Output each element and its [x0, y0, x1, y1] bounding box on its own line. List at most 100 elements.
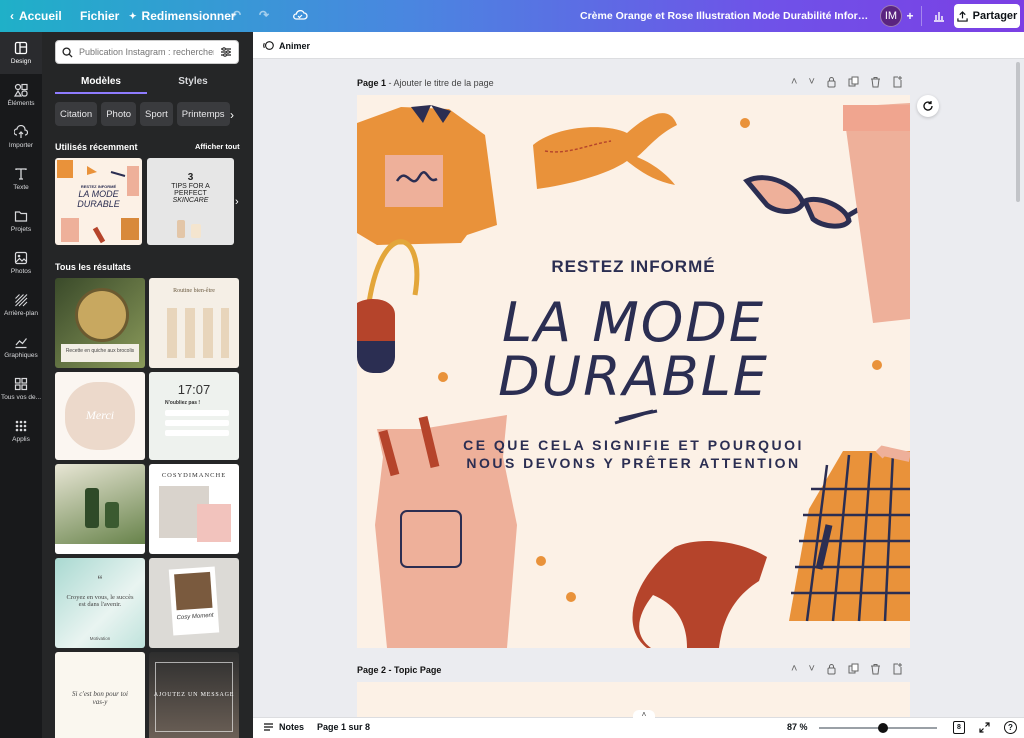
chip-quote[interactable]: Citation: [55, 102, 98, 126]
rail-item-apps[interactable]: Applis: [0, 410, 42, 452]
add-page-icon[interactable]: [892, 76, 903, 88]
notes-label: Notes: [279, 722, 305, 732]
magic-switch-button[interactable]: [917, 95, 939, 117]
page-2-header[interactable]: Page 2 - Topic Page: [357, 665, 441, 675]
undo-button[interactable]: ↶: [231, 8, 241, 22]
file-menu[interactable]: Fichier: [80, 9, 119, 23]
cloud-check-icon: [293, 9, 308, 20]
search-box[interactable]: [55, 40, 239, 64]
result-template-4[interactable]: 17:07 N'oubliez pas !: [149, 372, 239, 460]
duplicate-icon[interactable]: [848, 76, 859, 88]
chevron-up-icon[interactable]: ˄: [633, 710, 655, 719]
vertical-scrollbar[interactable]: [1016, 62, 1020, 202]
trash-icon[interactable]: [870, 76, 881, 88]
search-input[interactable]: [79, 47, 214, 57]
rail-item-upload[interactable]: Importer: [0, 116, 42, 158]
result-template-10[interactable]: AJOUTEZ UN MESSAGE: [149, 652, 239, 738]
document-title[interactable]: Crème Orange et Rose Illustration Mode D…: [580, 10, 872, 22]
design-subtitle-line-1[interactable]: CE QUE CELA SIGNIFIE ET POURQUOI: [357, 437, 910, 453]
notes-button[interactable]: Notes: [263, 722, 304, 732]
home-button[interactable]: ‹ Accueil: [10, 9, 62, 23]
templates-panel: Modèles Styles Citation Photo Sport Prin…: [42, 32, 253, 738]
page-indicator[interactable]: Page 1 sur 8: [317, 722, 370, 732]
quote-icon: “: [97, 572, 103, 588]
chevron-left-icon: ‹: [10, 9, 14, 23]
rail-item-projects[interactable]: Projets: [0, 200, 42, 242]
chevron-down-icon[interactable]: ˅: [808, 76, 814, 88]
rail-item-label: Photos: [10, 268, 32, 275]
save-status-button[interactable]: [292, 8, 308, 22]
chevron-right-icon[interactable]: ›: [235, 196, 239, 208]
squiggle-divider: [614, 409, 658, 425]
rail-item-charts[interactable]: Graphiques: [0, 326, 42, 368]
help-button[interactable]: ?: [1004, 721, 1017, 734]
product-bottle: [105, 502, 119, 528]
add-page-icon[interactable]: [892, 663, 903, 675]
redo-icon: ↷: [259, 8, 270, 22]
tab-templates[interactable]: Modèles: [55, 74, 147, 94]
rail-item-text[interactable]: Texte: [0, 158, 42, 200]
chevron-down-icon[interactable]: ˅: [808, 663, 814, 675]
result-template-6[interactable]: COSYDIMANCHE: [149, 464, 239, 554]
template-text: Croyez en vous, le succès est dans l'ave…: [66, 594, 134, 608]
design-title-line-2[interactable]: DURABLE: [357, 345, 910, 408]
quiche-image: [75, 288, 129, 342]
zoom-level[interactable]: 87 %: [787, 722, 808, 732]
result-template-5[interactable]: [55, 464, 145, 554]
result-template-9[interactable]: Si c'est bon pour toi vas-y: [55, 652, 145, 738]
lock-icon[interactable]: [826, 663, 837, 675]
panel-tabs: Modèles Styles: [55, 74, 239, 94]
result-template-2[interactable]: Routine bien-être: [149, 278, 239, 368]
insights-button[interactable]: [928, 5, 950, 27]
result-template-3[interactable]: Merci: [55, 372, 145, 460]
chevron-right-icon[interactable]: ›: [230, 108, 234, 122]
icon-grid: [159, 308, 229, 358]
template-text: PERFECT: [174, 190, 207, 197]
fullscreen-icon[interactable]: [979, 722, 990, 733]
zoom-slider-handle[interactable]: [877, 723, 888, 733]
chip-spring[interactable]: Printemps: [176, 102, 230, 126]
chip-photo[interactable]: Photo: [101, 102, 137, 126]
rail-item-all-designs[interactable]: Tous vos de...: [0, 368, 42, 410]
rail-item-design[interactable]: Design: [0, 32, 42, 74]
recent-template-2[interactable]: 3 TIPS FOR A PERFECT SKINCARE: [147, 158, 234, 245]
animate-button[interactable]: Animer: [263, 40, 310, 51]
page-2-label: Page 2 - Topic Page: [357, 665, 442, 675]
design-icon: [14, 41, 28, 55]
redo-button[interactable]: ↷: [259, 8, 269, 22]
lock-icon[interactable]: [826, 76, 837, 88]
avatar[interactable]: IM: [880, 5, 902, 27]
filter-icon[interactable]: [220, 46, 232, 58]
page-1-header[interactable]: Page 1 - Ajouter le titre de la page: [357, 78, 494, 88]
tab-styles[interactable]: Styles: [147, 74, 239, 94]
page-title-hint[interactable]: - Ajouter le titre de la page: [386, 78, 494, 88]
result-template-7[interactable]: “ Croyez en vous, le succès est dans l'a…: [55, 558, 145, 648]
template-text: Routine bien-être: [173, 288, 215, 294]
result-template-8[interactable]: Cosy Moment: [149, 558, 239, 648]
template-text: N'oubliez pas !: [165, 400, 201, 406]
chevron-up-icon[interactable]: ˄: [791, 663, 797, 675]
add-collaborator-button[interactable]: +: [903, 5, 917, 27]
result-template-1[interactable]: Recette en quiche aux brocolis: [55, 278, 145, 368]
template-text: Recette en quiche aux brocolis: [61, 344, 139, 362]
upload-icon: [14, 125, 28, 138]
design-page-1[interactable]: RESTEZ INFORMÉ LA MODE DURABLE CE QUE CE…: [357, 95, 910, 648]
plaid-jacket-illustration: [789, 445, 910, 622]
rail-item-photos[interactable]: Photos: [0, 242, 42, 284]
chip-sport[interactable]: Sport: [140, 102, 173, 126]
see-all-link[interactable]: Afficher tout: [195, 142, 240, 151]
design-kicker[interactable]: RESTEZ INFORMÉ: [357, 257, 910, 277]
recent-template-1[interactable]: RESTEZ INFORMÉ LA MODE DURABLE: [55, 158, 142, 245]
page-count-button[interactable]: 8: [953, 721, 965, 734]
design-subtitle-line-2[interactable]: NOUS DEVONS Y PRÊTER ATTENTION: [357, 455, 910, 471]
crown-icon: ✦: [129, 10, 137, 21]
rail-item-background[interactable]: Arrière-plan: [0, 284, 42, 326]
chevron-up-icon[interactable]: ˄: [791, 76, 797, 88]
duplicate-icon[interactable]: [848, 663, 859, 675]
polaroid-frame: Cosy Moment: [168, 566, 220, 636]
rail-item-elements[interactable]: Éléments: [0, 74, 42, 116]
share-button[interactable]: Partager: [954, 4, 1020, 28]
trash-icon[interactable]: [870, 663, 881, 675]
resize-button[interactable]: ✦ Redimensionner: [129, 9, 236, 23]
template-text: DURABLE: [77, 199, 120, 209]
